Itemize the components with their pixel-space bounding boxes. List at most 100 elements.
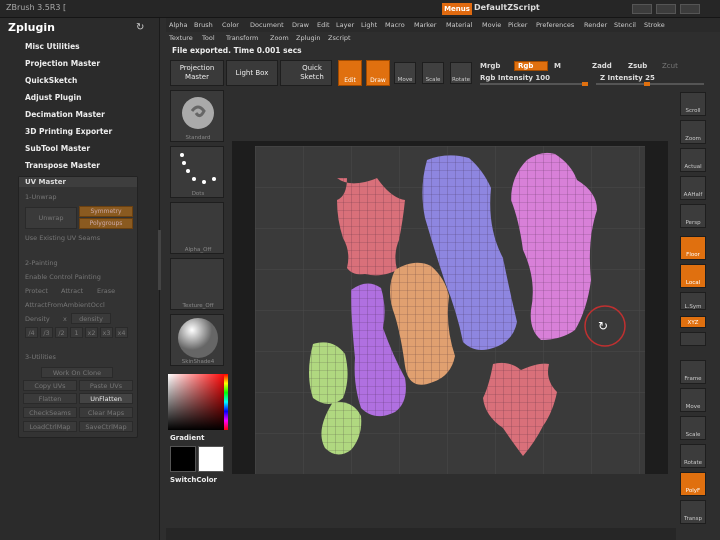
loadctrlmap-button[interactable]: LoadCtrlMap [23, 421, 77, 432]
erase-button[interactable]: Erase [97, 287, 115, 295]
alpha-slot[interactable]: Alpha_Off [170, 202, 224, 254]
sidebar-scrollbar[interactable] [158, 230, 161, 290]
switch-color-button[interactable]: SwitchColor [170, 476, 217, 484]
main-color-swatch[interactable] [198, 446, 224, 472]
menu-stencil[interactable]: Stencil [614, 21, 636, 29]
stroke-slot[interactable]: Dots [170, 146, 224, 198]
menu-color[interactable]: Color [222, 21, 239, 29]
rotate-axis-icon[interactable] [680, 332, 706, 346]
mrgb-button[interactable]: Mrgb [480, 62, 500, 70]
enable-control-painting[interactable]: Enable Control Painting [25, 273, 101, 281]
density-slider[interactable]: density [71, 313, 111, 324]
flatten-button[interactable]: Flatten [23, 393, 77, 404]
zadd-button[interactable]: Zadd [592, 62, 612, 70]
floor-button[interactable]: Floor [680, 236, 706, 260]
menu-zoom[interactable]: Zoom [270, 34, 289, 42]
gradient-label[interactable]: Gradient [170, 434, 204, 442]
rotate-button[interactable]: Rotate [450, 62, 472, 84]
transp-button[interactable]: Transp [680, 500, 706, 524]
sidebar-item-transpose[interactable]: Transpose Master [25, 161, 100, 170]
menu-texture[interactable]: Texture [169, 34, 193, 42]
draw-button[interactable]: Draw [366, 60, 390, 86]
canvas-area[interactable]: ↻ [255, 146, 645, 474]
sidebar-item-quicksketch[interactable]: QuickSketch [25, 76, 77, 85]
uv-master-title[interactable]: UV Master [19, 177, 137, 187]
attract-ambient-button[interactable]: AttractFromAmbientOccl [25, 301, 105, 309]
m-button[interactable]: M [554, 62, 561, 70]
secondary-color-swatch[interactable] [170, 446, 196, 472]
symmetry-button[interactable]: Symmetry [79, 206, 133, 217]
polygroups-button[interactable]: Polygroups [79, 218, 133, 229]
zoom-button[interactable]: Zoom [680, 120, 706, 144]
lsym-button[interactable]: L.Sym [680, 292, 706, 310]
menu-transform[interactable]: Transform [226, 34, 258, 42]
minimize-icon[interactable] [632, 4, 652, 14]
move-button[interactable]: Move [394, 62, 416, 84]
density-x3[interactable]: x3 [100, 327, 113, 338]
paste-uvs-button[interactable]: Paste UVs [79, 380, 133, 391]
sidebar-item-projection[interactable]: Projection Master [25, 59, 100, 68]
density-div3[interactable]: /3 [40, 327, 53, 338]
unwrap-button[interactable]: Unwrap [25, 207, 77, 229]
menu-light[interactable]: Light [361, 21, 377, 29]
work-on-clone-button[interactable]: Work On Clone [41, 367, 113, 378]
menu-render[interactable]: Render [584, 21, 607, 29]
copy-uvs-button[interactable]: Copy UVs [23, 380, 77, 391]
frame-button[interactable]: Frame [680, 360, 706, 384]
sidebar-item-subtool[interactable]: SubTool Master [25, 144, 90, 153]
menu-material[interactable]: Material [446, 21, 472, 29]
local-button[interactable]: Local [680, 264, 706, 288]
sidebar-item-3dprint[interactable]: 3D Printing Exporter [25, 127, 112, 136]
menu-document[interactable]: Document [250, 21, 284, 29]
persp-button[interactable]: Persp [680, 204, 706, 228]
z-intensity-slider[interactable]: Z Intensity 25 [600, 74, 655, 82]
menu-preferences[interactable]: Preferences [536, 21, 574, 29]
sidebar-item-adjust[interactable]: Adjust Plugin [25, 93, 81, 102]
density-div2[interactable]: /2 [55, 327, 68, 338]
xyz-button[interactable]: XYZ [680, 316, 706, 328]
texture-slot[interactable]: Texture_Off [170, 258, 224, 310]
close-icon[interactable] [680, 4, 700, 14]
density-div4[interactable]: /4 [25, 327, 38, 338]
checkseams-button[interactable]: CheckSeams [23, 407, 77, 418]
protect-button[interactable]: Protect [25, 287, 48, 295]
use-existing-uv-seams[interactable]: Use Existing UV Seams [25, 234, 100, 242]
menu-macro[interactable]: Macro [385, 21, 405, 29]
hue-strip[interactable] [224, 374, 228, 430]
menus-button[interactable]: Menus [442, 3, 472, 15]
maximize-icon[interactable] [656, 4, 676, 14]
menu-edit[interactable]: Edit [317, 21, 330, 29]
unflatten-button[interactable]: UnFlatten [79, 393, 133, 404]
polyf-button[interactable]: PolyF [680, 472, 706, 496]
savectrlmap-button[interactable]: SaveCtrlMap [79, 421, 133, 432]
edit-button[interactable]: Edit [338, 60, 362, 86]
menu-layer[interactable]: Layer [336, 21, 354, 29]
menu-alpha[interactable]: Alpha [169, 21, 187, 29]
light-box-button[interactable]: Light Box [226, 60, 278, 86]
brush-slot[interactable]: Standard [170, 90, 224, 142]
menu-tool[interactable]: Tool [202, 34, 215, 42]
refresh-icon[interactable]: ↻ [136, 22, 144, 33]
menu-draw[interactable]: Draw [292, 21, 309, 29]
aahalf-button[interactable]: AAHalf [680, 176, 706, 200]
zsub-button[interactable]: Zsub [628, 62, 647, 70]
sidebar-item-decimation[interactable]: Decimation Master [25, 110, 105, 119]
material-slot[interactable]: SkinShade4 [170, 314, 224, 366]
menu-marker[interactable]: Marker [414, 21, 436, 29]
density-x2[interactable]: x2 [85, 327, 98, 338]
color-picker[interactable] [168, 374, 226, 430]
quick-sketch-button[interactable]: Quick Sketch [280, 60, 332, 86]
density-x4[interactable]: x4 [115, 327, 128, 338]
menu-brush[interactable]: Brush [194, 21, 213, 29]
menu-movie[interactable]: Movie [482, 21, 501, 29]
rgb-intensity-slider[interactable]: Rgb Intensity 100 [480, 74, 550, 82]
menu-picker[interactable]: Picker [508, 21, 527, 29]
projection-master-button[interactable]: Projection Master [170, 60, 224, 86]
menu-stroke[interactable]: Stroke [644, 21, 665, 29]
menu-zscript[interactable]: Zscript [328, 34, 351, 42]
attract-button[interactable]: Attract [61, 287, 83, 295]
scale-view-button[interactable]: Scale [680, 416, 706, 440]
clear-maps-button[interactable]: Clear Maps [79, 407, 133, 418]
move-view-button[interactable]: Move [680, 388, 706, 412]
actual-button[interactable]: Actual [680, 148, 706, 172]
